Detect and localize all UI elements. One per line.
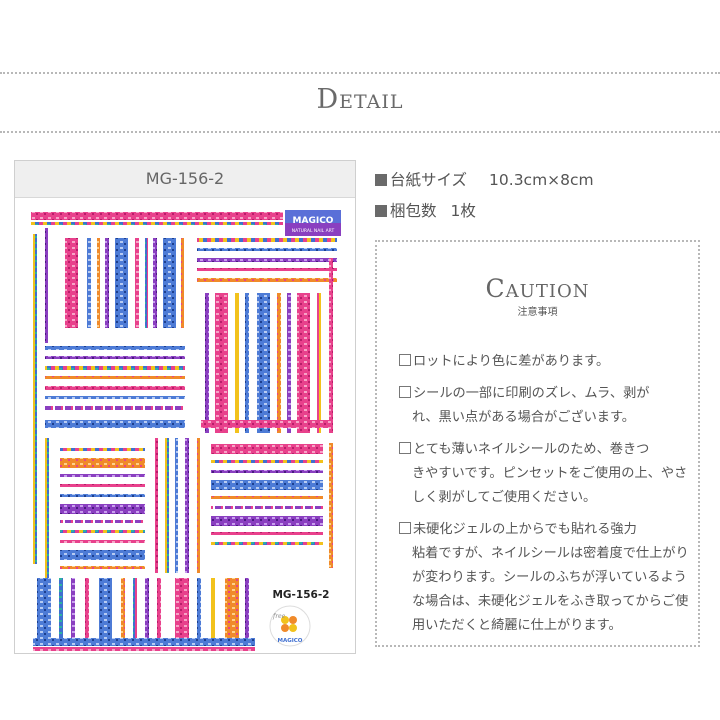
caution-notes: ロットにより色に差があります。 シールの一部に印刷のズレ、ムラ、剥が れ、黒い点…: [399, 350, 689, 646]
magico-logo-text: MAGICO: [293, 216, 334, 226]
caution-note: とても薄いネイルシールのため、巻きつ きやすいです。ピンセットをご使用の上、やさ…: [399, 438, 689, 510]
caution-subtitle: 注意事項: [517, 307, 558, 318]
checkbox-bullet-icon: [399, 354, 411, 366]
checkbox-bullet-icon: [399, 442, 411, 454]
spec-label: 台紙サイズ: [390, 171, 468, 189]
checkbox-bullet-icon: [399, 522, 411, 534]
spec-list: 台紙サイズ 10.3cm×8cm 梱包数 1枚: [375, 168, 594, 230]
bottom-dotted-divider: [0, 131, 720, 133]
caution-title: Caution: [485, 274, 590, 303]
sticker-sheet-image: MAGICO NATURAL NAIL ART MG-156-2 free MA…: [31, 210, 341, 651]
spec-size: 台紙サイズ 10.3cm×8cm: [375, 168, 594, 199]
spec-value: 1枚: [450, 202, 476, 220]
top-dotted-divider: [0, 72, 720, 74]
spec-quantity: 梱包数 1枚: [375, 199, 594, 230]
page-title: Detail: [316, 84, 404, 115]
product-code-label: MG-156-2: [15, 161, 355, 198]
checkbox-bullet-icon: [399, 386, 411, 398]
seal-word: free: [272, 613, 286, 620]
seal-brand: MAGICO: [277, 638, 302, 644]
magico-logo-sub: NATURAL NAIL ART: [292, 228, 335, 234]
square-bullet-icon: [375, 205, 387, 217]
square-bullet-icon: [375, 174, 387, 186]
caution-box: Caution 注意事項 ロットにより色に差があります。 シールの一部に印刷のズ…: [375, 240, 700, 647]
caution-note: 未硬化ジェルの上からでも貼れる強力 粘着ですが、ネイルシールは密着度で仕上がりが…: [399, 518, 689, 638]
sheet-code-label: MG-156-2: [272, 589, 329, 601]
caution-note: ロットにより色に差があります。: [399, 350, 689, 374]
caution-note: シールの一部に印刷のズレ、ムラ、剥が れ、黒い点がある場合がございます。: [399, 382, 689, 430]
spec-value: 10.3cm×8cm: [489, 171, 594, 189]
spec-label: 梱包数: [390, 202, 437, 220]
product-card: MG-156-2 MAGICO NATURAL NAIL ART MG-156-…: [14, 160, 356, 654]
